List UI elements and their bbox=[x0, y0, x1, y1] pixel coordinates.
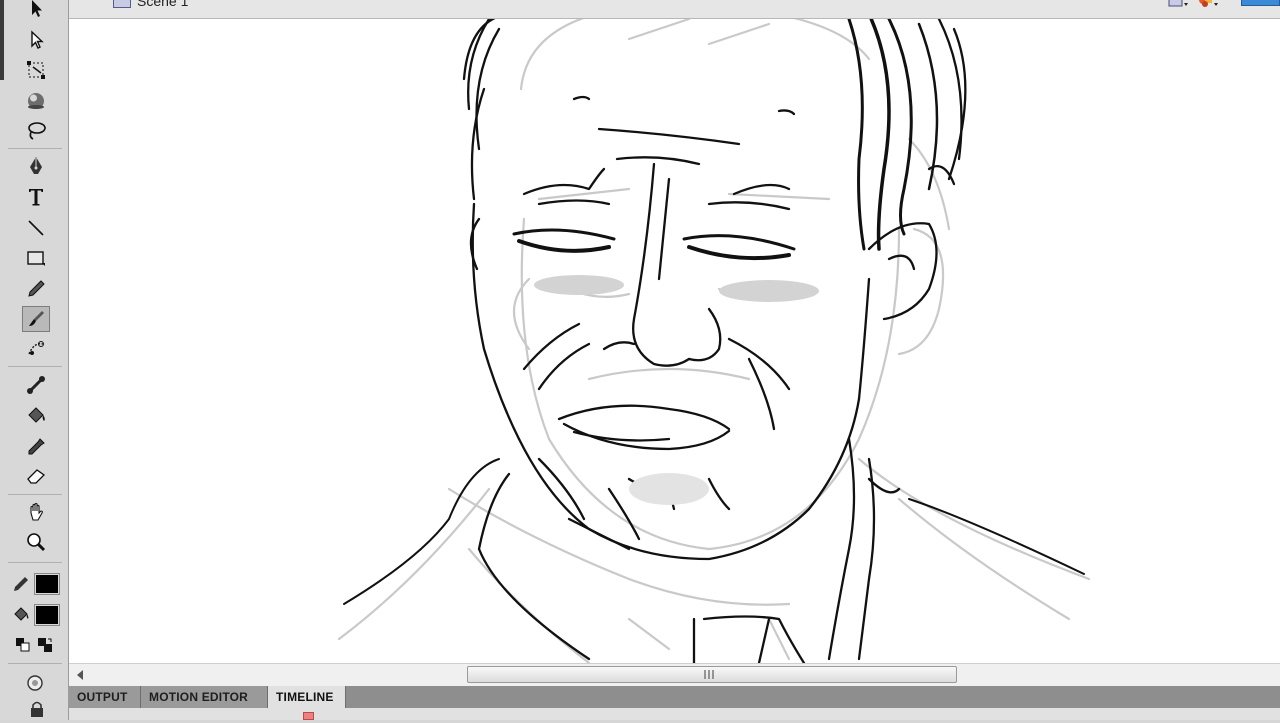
deco-tool[interactable] bbox=[22, 336, 50, 362]
eyedropper-icon bbox=[28, 438, 45, 455]
bone-icon bbox=[27, 376, 45, 394]
tools-panel bbox=[0, 0, 69, 720]
eraser-tool[interactable] bbox=[22, 463, 50, 489]
ink-lines bbox=[343, 19, 1085, 663]
lasso-icon bbox=[28, 122, 46, 140]
transform-icon bbox=[27, 61, 45, 79]
magnifier-icon bbox=[27, 533, 46, 552]
tab-timeline[interactable]: TIMELINE bbox=[268, 686, 346, 708]
tools-divider bbox=[8, 663, 62, 664]
edit-scene-icon[interactable] bbox=[1167, 0, 1189, 10]
line-icon bbox=[28, 220, 44, 236]
line-tool[interactable] bbox=[22, 215, 50, 241]
subselect-arrow-icon bbox=[31, 30, 44, 49]
playhead-marker[interactable] bbox=[303, 712, 314, 720]
hand-tool[interactable] bbox=[22, 499, 50, 525]
bottom-panel-tabs: OUTPUT MOTION EDITOR TIMELINE bbox=[69, 686, 1280, 720]
3d-rotation-tool[interactable] bbox=[22, 88, 50, 114]
stroke-pencil-icon bbox=[12, 575, 30, 593]
fill-color-chip bbox=[36, 606, 58, 624]
tools-divider bbox=[8, 494, 62, 495]
deco-icon bbox=[28, 341, 44, 355]
scene-icon bbox=[113, 0, 131, 8]
stroke-color-swatch[interactable] bbox=[34, 573, 60, 595]
pen-tool[interactable] bbox=[22, 153, 50, 179]
eyedropper-tool[interactable] bbox=[22, 434, 50, 460]
free-transform-tool[interactable] bbox=[22, 57, 50, 83]
brush-tool[interactable] bbox=[22, 306, 50, 332]
paint-bucket-tool[interactable] bbox=[22, 403, 50, 429]
text-icon bbox=[29, 189, 43, 206]
timeline-header bbox=[69, 708, 1280, 720]
stroke-color-chip bbox=[36, 575, 58, 593]
pencil-tool[interactable] bbox=[22, 276, 50, 302]
tone-shading bbox=[534, 275, 819, 505]
sphere-icon bbox=[28, 93, 44, 109]
scroll-left-icon[interactable] bbox=[75, 669, 85, 681]
brush-icon bbox=[29, 311, 44, 326]
hand-icon bbox=[30, 502, 43, 521]
swap-colors-icon[interactable] bbox=[36, 636, 54, 654]
selection-tool[interactable] bbox=[22, 0, 50, 22]
rough-underdrawing bbox=[337, 19, 1091, 663]
snap-to-objects-icon[interactable] bbox=[26, 674, 44, 692]
default-colors-icon[interactable] bbox=[14, 636, 32, 654]
pen-icon bbox=[30, 157, 42, 174]
bone-tool[interactable] bbox=[22, 372, 50, 398]
zoom-input[interactable] bbox=[1241, 0, 1280, 6]
edit-symbols-icon[interactable] bbox=[1197, 0, 1219, 10]
bucket-icon bbox=[28, 407, 45, 423]
grip-icon bbox=[704, 670, 714, 679]
edit-bar: Scene 1 bbox=[69, 0, 1280, 19]
drawing-canvas[interactable] bbox=[69, 19, 1280, 663]
fill-color-swatch[interactable] bbox=[34, 604, 60, 626]
rectangle-icon bbox=[27, 251, 45, 266]
tools-divider bbox=[8, 562, 62, 563]
tab-motion-editor[interactable]: MOTION EDITOR bbox=[141, 686, 268, 708]
tools-divider bbox=[8, 366, 62, 367]
scrollbar-thumb[interactable] bbox=[467, 666, 957, 683]
fill-bucket-icon bbox=[12, 605, 30, 623]
arrow-icon bbox=[32, 0, 42, 17]
text-tool[interactable] bbox=[22, 184, 50, 210]
scene-label[interactable]: Scene 1 bbox=[137, 0, 188, 9]
tools-divider bbox=[8, 148, 62, 149]
stage-area: Scene 1 bbox=[69, 0, 1280, 686]
portrait-sketch bbox=[337, 19, 1091, 663]
tab-output[interactable]: OUTPUT bbox=[69, 686, 141, 708]
panel-edge bbox=[0, 0, 4, 80]
rectangle-tool[interactable] bbox=[22, 245, 50, 271]
lock-icon bbox=[28, 700, 46, 718]
horizontal-scrollbar[interactable] bbox=[69, 663, 1280, 686]
pencil-icon bbox=[28, 280, 45, 297]
subselection-tool[interactable] bbox=[22, 27, 50, 53]
eraser-icon bbox=[27, 469, 46, 484]
zoom-tool[interactable] bbox=[22, 529, 50, 555]
lasso-tool[interactable] bbox=[22, 118, 50, 144]
